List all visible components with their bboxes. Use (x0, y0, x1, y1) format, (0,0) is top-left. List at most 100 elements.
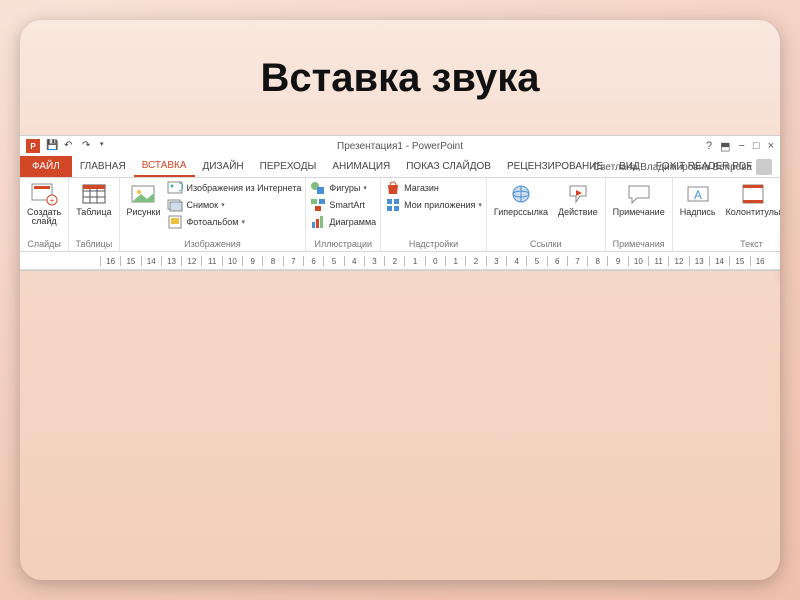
tab-insert[interactable]: ВСТАВКА (134, 156, 195, 177)
group-slides: + Создать слайд Слайды (20, 178, 69, 251)
chart-icon (310, 214, 326, 230)
svg-text:+: + (50, 196, 55, 205)
group-addins-label: Надстройки (385, 238, 482, 251)
window-controls: ? ⬒ − □ × (706, 140, 774, 153)
ribbon-display-icon[interactable]: ⬒ (720, 140, 730, 153)
slide-title: Вставка звука (20, 56, 780, 101)
group-text-label: Текст (677, 238, 780, 251)
ruler-mark: 3 (486, 256, 506, 266)
chevron-down-icon: ▾ (363, 184, 367, 192)
chart-button[interactable]: Диаграмма (310, 214, 376, 230)
tab-transitions[interactable]: ПЕРЕХОДЫ (252, 156, 325, 177)
window-title: Презентация1 - PowerPoint (337, 141, 463, 152)
ruler-mark: 8 (587, 256, 607, 266)
comment-button[interactable]: Примечание (610, 180, 668, 219)
tab-file[interactable]: ФАЙЛ (20, 156, 72, 177)
ruler-mark: 15 (120, 256, 140, 266)
screenshot-button[interactable]: Снимок ▾ (167, 197, 301, 213)
pictures-button[interactable]: Рисунки (124, 180, 164, 219)
ruler-mark: 5 (526, 256, 546, 266)
ruler-mark: 6 (303, 256, 323, 266)
minimize-button[interactable]: − (738, 140, 744, 153)
smartart-button[interactable]: SmartArt (310, 197, 376, 213)
signed-in-user[interactable]: Светлана Владимировна Вепрева (593, 156, 772, 178)
new-slide-label: Создать слайд (27, 208, 61, 227)
table-icon (80, 182, 108, 206)
action-button[interactable]: Действие (555, 180, 601, 219)
action-icon (564, 182, 592, 206)
horizontal-ruler: 1615141312111098765432101234567891011121… (20, 252, 780, 270)
table-label: Таблица (76, 208, 111, 217)
shapes-label: Фигуры (329, 183, 360, 193)
tab-slideshow[interactable]: ПОКАЗ СЛАЙДОВ (398, 156, 499, 177)
ruler-mark: 9 (607, 256, 627, 266)
ruler-mark: 9 (242, 256, 262, 266)
group-tables-label: Таблицы (73, 238, 114, 251)
comment-label: Примечание (613, 208, 665, 217)
new-slide-icon: + (30, 182, 58, 206)
ruler-mark: 10 (222, 256, 242, 266)
ruler-mark: 11 (201, 256, 221, 266)
screenshot-label: Снимок (186, 200, 218, 210)
maximize-button[interactable]: □ (753, 140, 760, 153)
new-slide-button[interactable]: + Создать слайд (24, 180, 64, 229)
group-comments-label: Примечания (610, 238, 668, 251)
ruler-mark: 4 (506, 256, 526, 266)
ruler-mark: 1 (445, 256, 465, 266)
hyperlink-button[interactable]: Гиперссылка (491, 180, 551, 219)
help-icon[interactable]: ? (706, 140, 712, 153)
ruler-mark: 2 (384, 256, 404, 266)
ruler-mark: 11 (648, 256, 668, 266)
textbox-label: Надпись (680, 208, 716, 217)
store-button[interactable]: Магазин (385, 180, 482, 196)
store-label: Магазин (404, 183, 439, 193)
myapps-button[interactable]: Мои приложения ▾ (385, 197, 482, 213)
ruler-mark: 7 (283, 256, 303, 266)
user-name: Светлана Владимировна Вепрева (593, 162, 752, 173)
title-bar: P 💾 ↶ ↷ ▾ Презентация1 - PowerPoint ? ⬒ … (20, 136, 780, 156)
shapes-icon (310, 180, 326, 196)
powerpoint-window: P 💾 ↶ ↷ ▾ Презентация1 - PowerPoint ? ⬒ … (20, 135, 780, 271)
group-links: Гиперссылка Действие Ссылки (487, 178, 606, 251)
smartart-icon (310, 197, 326, 213)
group-illustrations: Фигуры ▾ SmartArt Диаграмма Иллюстр (306, 178, 381, 251)
ruler-mark: 3 (364, 256, 384, 266)
slide-card: Вставка звука P 💾 ↶ ↷ ▾ Презентация1 - P… (20, 20, 780, 580)
online-pictures-label: Изображения из Интернета (186, 183, 301, 193)
close-button[interactable]: × (768, 140, 774, 153)
ruler-mark: 12 (668, 256, 688, 266)
qat-dropdown-icon[interactable]: ▾ (100, 140, 112, 152)
tab-animations[interactable]: АНИМАЦИЯ (324, 156, 398, 177)
undo-icon[interactable]: ↶ (64, 140, 76, 152)
hyperlink-icon (507, 182, 535, 206)
app-icon: P (26, 139, 40, 153)
table-button[interactable]: Таблица (73, 180, 114, 219)
hyperlink-label: Гиперссылка (494, 208, 548, 217)
shapes-button[interactable]: Фигуры ▾ (310, 180, 376, 196)
group-text: A Надпись Колонтитулы A WordArt Текст (673, 178, 780, 251)
photoalbum-label: Фотоальбом (186, 217, 238, 227)
tab-home[interactable]: ГЛАВНАЯ (72, 156, 134, 177)
save-icon[interactable]: 💾 (46, 140, 58, 152)
redo-icon[interactable]: ↷ (82, 140, 94, 152)
svg-text:A: A (694, 188, 702, 202)
tab-design[interactable]: ДИЗАЙН (195, 156, 252, 177)
headerfooter-label: Колонтитулы (726, 208, 780, 217)
photoalbum-button[interactable]: Фотоальбом ▾ (167, 214, 301, 230)
ribbon: + Создать слайд Слайды Таблица (20, 178, 780, 252)
ruler-mark: 2 (465, 256, 485, 266)
group-images-label: Изображения (124, 238, 302, 251)
online-pictures-button[interactable]: Изображения из Интернета (167, 180, 301, 196)
headerfooter-button[interactable]: Колонтитулы (723, 180, 780, 219)
pictures-label: Рисунки (127, 208, 161, 217)
chevron-down-icon: ▾ (478, 201, 482, 209)
ruler-mark: 16 (750, 256, 770, 266)
ruler-mark: 0 (425, 256, 445, 266)
group-illustrations-label: Иллюстрации (310, 238, 376, 251)
online-pictures-icon (167, 180, 183, 196)
store-icon (385, 180, 401, 196)
ruler-mark: 1 (404, 256, 424, 266)
ruler-mark: 12 (181, 256, 201, 266)
textbox-button[interactable]: A Надпись (677, 180, 719, 219)
ruler-mark: 14 (709, 256, 729, 266)
